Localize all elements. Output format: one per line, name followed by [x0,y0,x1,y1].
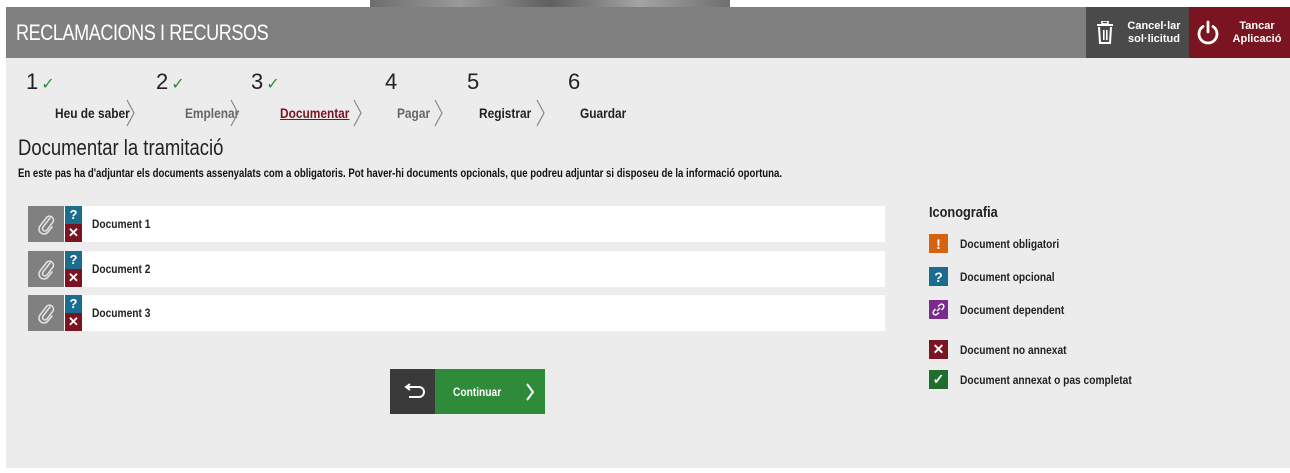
chevron-right-icon [434,99,443,127]
legend-item-not-attached: ✕ Document no annexat [929,340,1085,359]
step-label: Registrar [479,105,532,121]
back-button[interactable] [390,369,435,414]
chevron-right-icon [526,383,535,401]
check-icon: ✓ [41,76,55,93]
step-label: Documentar [279,105,350,121]
trash-icon [1086,20,1124,45]
check-icon: ✓ [266,76,280,93]
legend-item-optional: ? Document opcional [929,267,1071,286]
document-badges: ? ✕ [65,251,82,287]
page-title: Documentar la tramitació [18,135,224,160]
document-row: ? ✕ Document 2 [28,251,885,287]
question-icon: ? [65,295,82,313]
chevron-right-icon [126,99,135,127]
app-title: RECLAMACIONS I RECURSOS [16,20,269,45]
chevron-right-icon [536,99,545,127]
document-row: ? ✕ Document 1 [28,206,885,242]
document-label: Document 1 [92,217,151,231]
step-label: Guardar [580,105,627,121]
close-application-label: Tancar Aplicació [1232,19,1282,45]
navigation-buttons: Continuar [390,369,545,414]
cancel-request-button[interactable]: Cancel·lar sol·licitud [1086,7,1189,58]
legend-item-attached: ✓ Document annexat o pas completat [929,370,1162,389]
question-icon: ? [65,206,82,224]
step-heu-de-saber[interactable]: 1 ✓ Heu de saber [26,69,129,121]
app-header: RECLAMACIONS I RECURSOS Cancel·lar sol·li… [6,7,1290,58]
legend-label: Document no annexat [960,342,1067,357]
step-number: 4 [385,69,398,94]
question-icon: ? [65,251,82,269]
exclamation-icon: ! [929,234,948,253]
attach-button[interactable] [28,251,64,287]
check-icon: ✓ [929,370,948,389]
document-badges: ? ✕ [65,206,82,242]
legend-item-mandatory: ! Document obligatori [929,234,1077,253]
step-documentar[interactable]: 3 ✓ Documentar [251,69,349,121]
cancel-request-label: Cancel·lar sol·licitud [1127,19,1181,45]
close-application-button[interactable]: Tancar Aplicació [1189,7,1290,58]
cross-icon: ✕ [929,340,948,359]
iconography-legend: Iconografia ! Document obligatori ? Docu… [929,204,1132,389]
paperclip-icon [38,304,55,324]
step-label: Heu de saber [54,105,130,121]
document-row: ? ✕ Document 3 [28,295,885,331]
step-registrar[interactable]: 5 Registrar [467,69,531,121]
intro-text: En este pas ha d'adjuntar els documents … [18,166,783,180]
document-label: Document 3 [92,306,151,320]
document-label: Document 2 [92,262,151,276]
legend-title: Iconografia [929,204,998,221]
chevron-right-icon [230,99,239,127]
legend-label: Document obligatori [960,236,1060,251]
legend-label: Document dependent [960,302,1065,317]
link-icon [929,300,948,319]
document-badges: ? ✕ [65,295,82,331]
step-pagar[interactable]: 4 Pagar [385,69,430,121]
power-icon [1189,20,1227,46]
legend-label: Document annexat o pas completat [960,372,1132,387]
check-icon: ✓ [171,76,185,93]
legend-label: Document opcional [960,269,1055,284]
step-emplenar[interactable]: 2 ✓ Emplenar [156,69,239,121]
continue-label: Continuar [453,384,502,399]
app-window: RECLAMACIONS I RECURSOS Cancel·lar sol·li… [6,7,1290,468]
step-guardar[interactable]: 6 Guardar [568,69,627,121]
step-number: 5 [467,69,480,94]
background-photo-strip [370,0,730,7]
chevron-right-icon [353,99,362,127]
question-icon: ? [929,267,948,286]
attach-button[interactable] [28,295,64,331]
cross-icon: ✕ [65,269,82,287]
cross-icon: ✕ [65,224,82,242]
step-number: 3 [251,69,264,94]
page: RECLAMACIONS I RECURSOS Cancel·lar sol·li… [0,0,1290,473]
continue-button[interactable]: Continuar [435,369,545,414]
return-arrow-icon [403,382,425,398]
paperclip-icon [38,260,55,280]
cross-icon: ✕ [65,313,82,331]
paperclip-icon [38,215,55,235]
step-number: 1 [26,69,39,94]
step-label: Pagar [397,105,431,121]
legend-item-dependent: Document dependent [929,300,1083,319]
attach-button[interactable] [28,206,64,242]
step-number: 2 [156,69,169,94]
step-number: 6 [568,69,581,94]
